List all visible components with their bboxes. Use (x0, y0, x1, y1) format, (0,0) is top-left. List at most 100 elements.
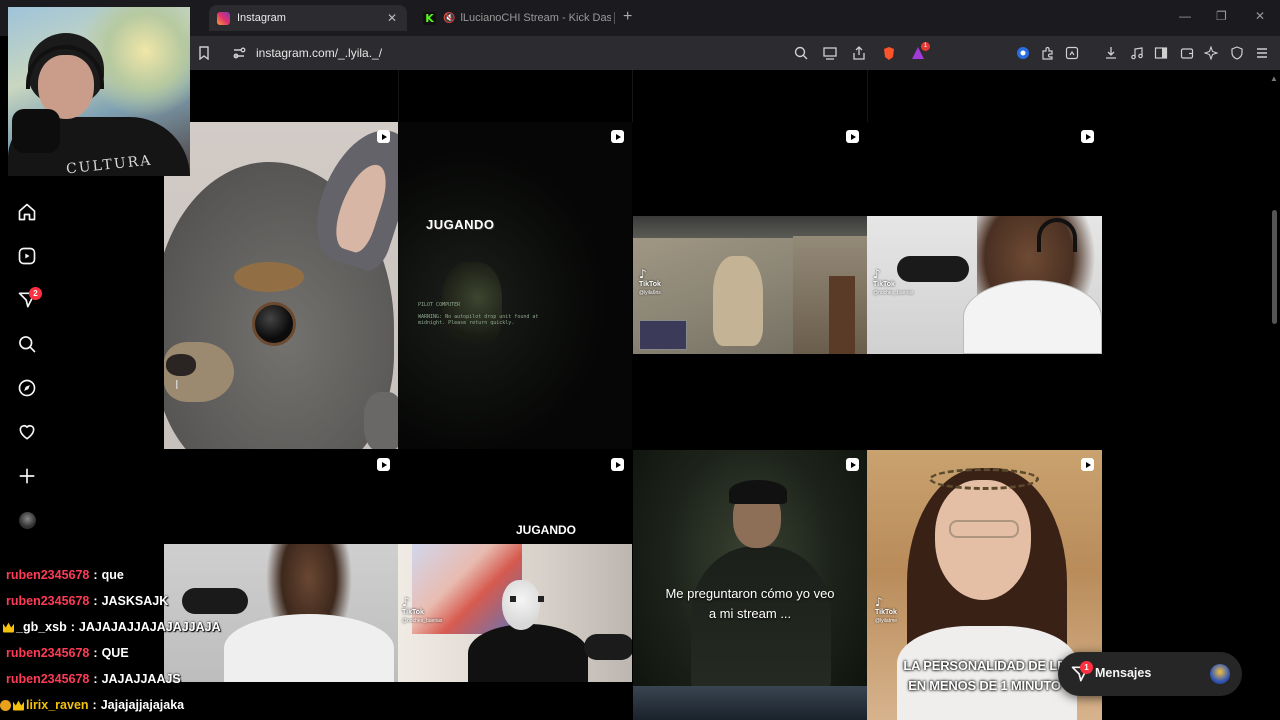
vpn-shield-icon[interactable] (1228, 44, 1246, 62)
webcam-overlay: CULTURA (8, 7, 190, 176)
menu-icon[interactable] (1253, 44, 1271, 62)
game-hud (633, 216, 867, 238)
motorbike (633, 686, 867, 720)
share-icon[interactable] (850, 44, 868, 62)
minimize-button[interactable]: — (1179, 9, 1191, 23)
downloads-icon[interactable] (1102, 44, 1120, 62)
chat-username: ruben2345678 (6, 672, 90, 686)
chat-message: ruben2345678: que (6, 564, 124, 586)
home-icon[interactable] (16, 201, 38, 223)
tiktok-username: @noches_buenas (402, 618, 443, 624)
dog-tan-mark (234, 262, 304, 292)
tiktok-username: @lyilatme (875, 618, 898, 624)
reel-post-4[interactable]: ♪ TikTok @noches_buenas (867, 122, 1102, 449)
scrollbar-thumb[interactable] (1272, 210, 1277, 324)
cast-icon[interactable] (821, 44, 839, 62)
person-body (468, 624, 588, 682)
reel-icon (611, 458, 624, 471)
chat-message: _gb_xsb: JAJAJAJJAJAJAJJAJA (3, 616, 221, 638)
bookmark-icon[interactable] (195, 44, 213, 62)
brave-shield-icon[interactable] (880, 44, 898, 62)
chat-text: JAJAJJAAJS (101, 672, 181, 686)
caption-line-1: Me preguntaron cómo yo veo (665, 586, 835, 601)
page-scrollbar[interactable]: ▲ (1268, 70, 1280, 720)
wallet-icon[interactable] (1178, 44, 1196, 62)
muted-speaker-icon[interactable]: 🔇 (443, 13, 455, 24)
chat-username: lirix_raven (26, 698, 89, 712)
chat-separator: : (92, 698, 97, 712)
thorn-crown-icon (929, 468, 1039, 490)
caption-line-2: a mi stream ... (708, 606, 792, 621)
chat-username: _gb_xsb (16, 620, 67, 634)
tiktok-icon: ♪ (873, 267, 881, 281)
text-cursor-icon: I (175, 378, 179, 392)
glasses-icon (949, 520, 1019, 538)
compass-icon[interactable] (16, 377, 38, 399)
heart-icon[interactable] (16, 421, 38, 443)
tab-instagram[interactable]: Instagram ✕ (209, 5, 407, 31)
post-overlay-title: JUGANDO (516, 523, 577, 537)
browser-toolbar: instagram.com/_.lyila._/ 1 (190, 36, 1280, 70)
vpn-icon[interactable] (1014, 44, 1032, 62)
messages-button[interactable]: 1 Mensajes (1058, 652, 1242, 696)
reel-post-3[interactable]: ♪ TikTok @lyila6ris (633, 122, 867, 449)
url-text: instagram.com/_.lyila._/ (256, 46, 383, 60)
person-shirt (963, 280, 1102, 354)
reel-icon (846, 458, 859, 471)
scroll-up-arrow-icon[interactable]: ▲ (1270, 74, 1278, 83)
tiktok-label: TikTok (402, 609, 424, 616)
badge-icon (0, 699, 11, 711)
stream-chat-overlay: ruben2345678: que ruben2345678: JASKSAJK _… (0, 564, 320, 720)
game-hud-text: PILOT COMPUTER (418, 302, 461, 308)
hockey-mask-icon (502, 580, 544, 630)
reel-post-1[interactable] (164, 122, 398, 449)
music-icon[interactable] (1128, 44, 1146, 62)
mask-image: ♪ TikTok @noches_buenas (398, 544, 632, 682)
tab-bar: Instagram ✕ K 🔇 lLucianoCHI Stream - Kic… (0, 0, 1280, 36)
reels-icon[interactable] (16, 245, 38, 267)
post-overlay-title: JUGANDO (426, 217, 495, 232)
extension-badge: 1 (921, 42, 930, 51)
chat-text: Jajajajjajajaka (100, 698, 185, 712)
tab-kick-dashboard[interactable]: K 🔇 lLucianoCHI Stream - Kick Dashb (417, 5, 617, 31)
plus-icon[interactable] (16, 465, 38, 487)
restore-button[interactable]: ❐ (1216, 9, 1227, 23)
tiktok-icon: ♪ (875, 595, 883, 609)
game-hud-warning: WARNING: No autopilot drop unit found at… (418, 314, 539, 326)
reel-post-7[interactable]: Me preguntaron cómo yo veo a mi stream .… (633, 450, 867, 720)
chat-message: ruben2345678: JAJAJJAAJS (6, 668, 181, 690)
close-tab-icon[interactable]: ✕ (385, 11, 399, 25)
zoom-icon[interactable] (792, 44, 810, 62)
reel-icon (1081, 130, 1094, 143)
game-screenshot: ♪ TikTok @lyila6ris (633, 216, 867, 354)
tiktok-label: TikTok (873, 281, 895, 288)
reel-post-2[interactable]: JUGANDO PILOT COMPUTER WARNING: No autop… (398, 122, 632, 449)
instagram-favicon-icon (217, 11, 230, 25)
screenshot-icon[interactable] (1063, 44, 1081, 62)
sidebar-toggle-icon[interactable] (1152, 44, 1170, 62)
tiktok-icon: ♪ (639, 267, 647, 281)
close-window-button[interactable]: ✕ (1255, 9, 1265, 23)
chat-text: JAJAJAJJAJAJAJJAJA (78, 620, 221, 634)
tiktok-label: TikTok (639, 281, 661, 288)
screen: Instagram ✕ K 🔇 lLucianoCHI Stream - Kic… (0, 0, 1280, 720)
avatar[interactable] (19, 512, 36, 529)
tiktok-username: @lyila6ris (639, 290, 661, 296)
messages-label: Mensajes (1095, 666, 1152, 680)
search-icon[interactable] (16, 333, 38, 355)
new-tab-button[interactable]: + (623, 8, 632, 26)
reel-icon (611, 130, 624, 143)
messages-badge: 1 (1080, 661, 1093, 674)
chat-username: ruben2345678 (6, 646, 90, 660)
scene-door (829, 276, 855, 354)
messages-badge: 2 (29, 287, 42, 300)
subscriber-badge-icon (13, 700, 24, 711)
address-bar[interactable]: instagram.com/_.lyila._/ 1 (226, 40, 936, 66)
microphone-icon (12, 109, 60, 153)
leo-ai-icon[interactable] (1202, 44, 1220, 62)
reel-post-6[interactable]: JUGANDO ♪ TikTok @noches_buenas (398, 450, 632, 720)
streamer-facecam (639, 320, 687, 350)
extensions-puzzle-icon[interactable] (1039, 44, 1057, 62)
subscriber-badge-icon (3, 622, 14, 633)
site-info-icon[interactable] (230, 44, 248, 62)
